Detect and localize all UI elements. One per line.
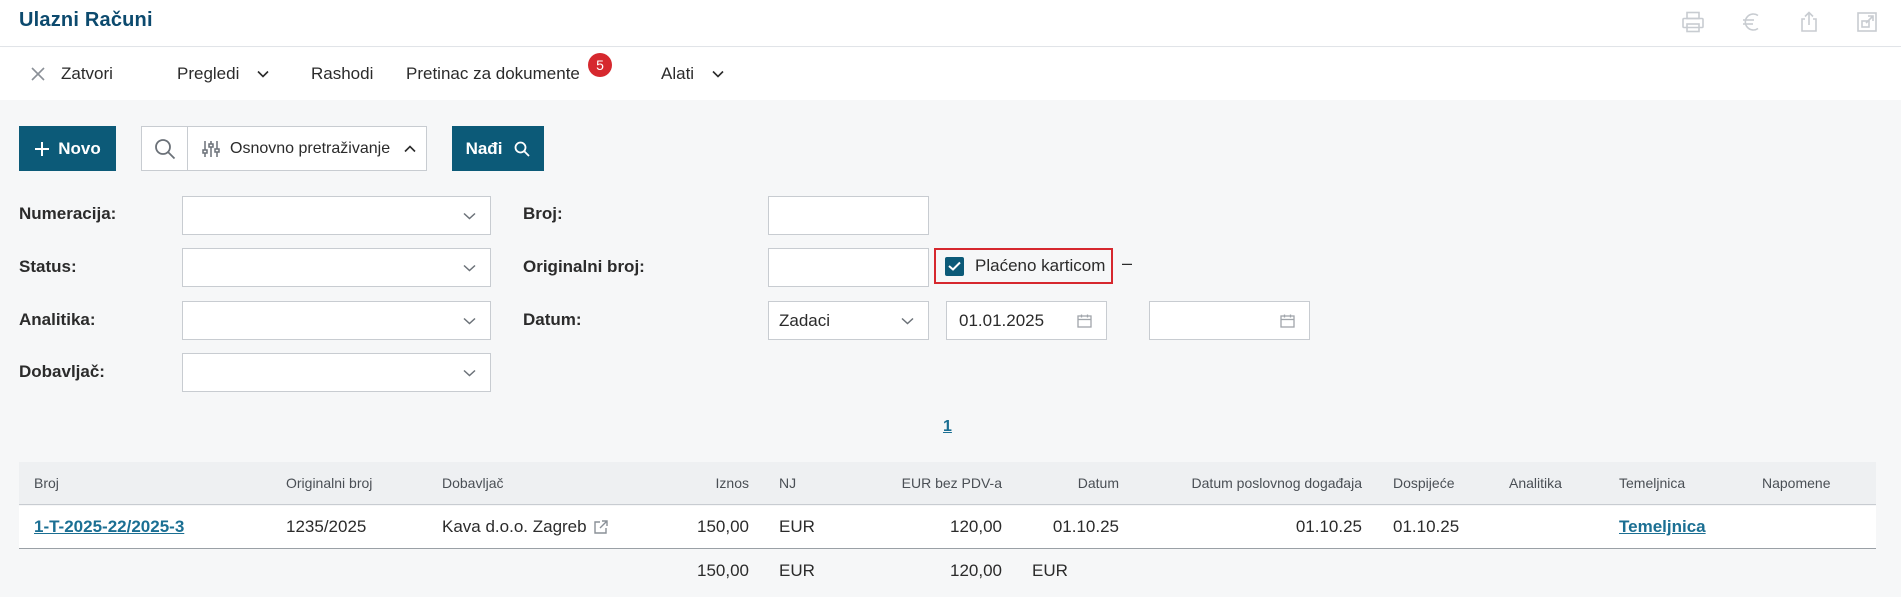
header-actions: [1679, 9, 1881, 35]
new-button[interactable]: Novo: [19, 126, 116, 171]
expenses-link[interactable]: Rashodi: [311, 48, 373, 100]
calendar-icon[interactable]: [1280, 314, 1295, 328]
tools-label: Alati: [661, 64, 695, 83]
datum-label: Datum:: [523, 310, 582, 329]
views-menu[interactable]: Pregledi: [177, 48, 269, 100]
total-eur-bez-pdv: 120,00: [950, 561, 1002, 580]
placeno-karticom-label: Plaćeno karticom: [975, 256, 1106, 275]
col-analitika[interactable]: Analitika: [1509, 475, 1562, 491]
expenses-label: Rashodi: [311, 64, 374, 83]
total-currency: EUR: [1032, 561, 1068, 580]
col-napomene[interactable]: Napomene: [1762, 475, 1831, 491]
col-dospijece[interactable]: Dospijeće: [1393, 475, 1454, 491]
col-eur-bez-pdv[interactable]: EUR bez PDV-a: [839, 475, 1002, 491]
share-icon[interactable]: [1795, 9, 1823, 35]
close-button[interactable]: Zatvori: [31, 48, 113, 100]
datum-type-value: Zadaci: [779, 311, 831, 330]
originalni-broj-input[interactable]: [768, 248, 929, 287]
search-icon: [514, 141, 531, 157]
page-title: Ulazni Računi: [19, 9, 153, 31]
page-header: Ulazni Računi: [0, 0, 1901, 47]
numeracija-select[interactable]: [182, 196, 491, 235]
date-range-separator: –: [1122, 253, 1133, 273]
col-datum[interactable]: Datum: [1019, 475, 1119, 491]
col-broj[interactable]: Broj: [34, 475, 59, 491]
chevron-down-icon: [463, 264, 476, 272]
cell-originalni-broj: 1235/2025: [286, 517, 367, 536]
cell-iznos: 150,00: [697, 517, 749, 536]
search-box: Osnovno pretraživanje: [141, 126, 427, 171]
search-mode-toggle[interactable]: Osnovno pretraživanje: [188, 127, 426, 170]
analitika-label: Analitika:: [19, 310, 96, 329]
broj-label: Broj:: [523, 204, 563, 223]
chevron-down-icon: [463, 317, 476, 325]
cell-datum-poslovnog-dogadaja: 01.10.25: [1295, 517, 1362, 536]
col-iznos[interactable]: Iznos: [649, 475, 749, 491]
chevron-down-icon: [463, 212, 476, 220]
plus-icon: [34, 141, 50, 157]
date-to-input[interactable]: [1149, 301, 1310, 340]
col-dobavljac[interactable]: Dobavljač: [442, 475, 503, 491]
status-label: Status:: [19, 257, 77, 276]
search-mode-label: Osnovno pretraživanje: [230, 139, 391, 157]
col-datum-poslovnog-dogadaja[interactable]: Datum poslovnog događaja: [1139, 475, 1362, 491]
datum-type-select[interactable]: Zadaci: [768, 301, 929, 340]
views-label: Pregledi: [177, 64, 240, 83]
find-label: Nađi: [465, 138, 503, 158]
euro-icon[interactable]: [1737, 9, 1765, 35]
supplier-name: Kava d.o.o. Zagreb: [442, 517, 587, 536]
cell-datum: 01.10.25: [1052, 517, 1119, 536]
table-row[interactable]: 1-T-2025-22/2025-3 1235/2025 Kava d.o.o.…: [19, 506, 1876, 549]
cell-eur-bez-pdv: 120,00: [950, 517, 1002, 536]
close-icon: [31, 67, 45, 81]
toolbar: Zatvori Pregledi Rashodi Pretinac za dok…: [0, 48, 1901, 100]
table-header: Broj Originalni broj Dobavljač Iznos NJ …: [19, 462, 1876, 505]
close-label: Zatvori: [61, 64, 113, 83]
broj-input[interactable]: [768, 196, 929, 235]
dobavljac-select[interactable]: [182, 353, 491, 392]
documents-link[interactable]: Pretinac za dokumente: [406, 48, 580, 100]
col-temeljnica[interactable]: Temeljnica: [1619, 475, 1685, 491]
numeracija-label: Numeracija:: [19, 204, 117, 223]
find-button[interactable]: Nađi: [452, 126, 544, 171]
chevron-up-icon: [404, 144, 416, 153]
dobavljac-label: Dobavljač:: [19, 362, 105, 381]
cell-dobavljac[interactable]: Kava d.o.o. Zagreb: [442, 517, 609, 537]
print-icon[interactable]: [1679, 9, 1707, 35]
col-originalni-broj[interactable]: Originalni broj: [286, 475, 372, 491]
new-label: Novo: [58, 138, 101, 158]
external-link-icon[interactable]: [593, 519, 609, 535]
chevron-down-icon: [712, 70, 724, 78]
analitika-select[interactable]: [182, 301, 491, 340]
search-icon[interactable]: [142, 127, 188, 170]
documents-label: Pretinac za dokumente: [406, 64, 580, 83]
documents-count-badge: 5: [588, 53, 612, 77]
temeljnica-link[interactable]: Temeljnica: [1619, 517, 1706, 537]
check-icon: [945, 256, 964, 276]
col-nj[interactable]: NJ: [779, 475, 796, 491]
originalni-broj-label: Originalni broj:: [523, 257, 645, 276]
chevron-down-icon: [901, 317, 914, 325]
chevron-down-icon: [463, 369, 476, 377]
invoice-number-link[interactable]: 1-T-2025-22/2025-3: [34, 517, 184, 537]
total-iznos: 150,00: [697, 561, 749, 580]
date-from-input[interactable]: 01.01.2025: [946, 301, 1107, 340]
table-totals-row: 150,00 EUR 120,00 EUR: [19, 550, 1876, 593]
page-link-1[interactable]: 1: [943, 418, 952, 436]
sliders-icon: [202, 140, 220, 158]
date-from-value: 01.01.2025: [959, 310, 1045, 330]
calendar-icon[interactable]: [1077, 314, 1092, 328]
cell-dospijece: 01.10.25: [1393, 517, 1460, 536]
chevron-down-icon: [257, 70, 269, 78]
cell-nj: EUR: [779, 517, 815, 536]
main-content: Novo Osnovno pretraživanje Nađi Numeraci…: [0, 100, 1901, 597]
tools-menu[interactable]: Alati: [661, 48, 724, 100]
placeno-karticom-checkbox[interactable]: Plaćeno karticom: [934, 248, 1113, 284]
status-select[interactable]: [182, 248, 491, 287]
total-nj: EUR: [779, 561, 815, 580]
external-window-icon[interactable]: [1853, 9, 1881, 35]
